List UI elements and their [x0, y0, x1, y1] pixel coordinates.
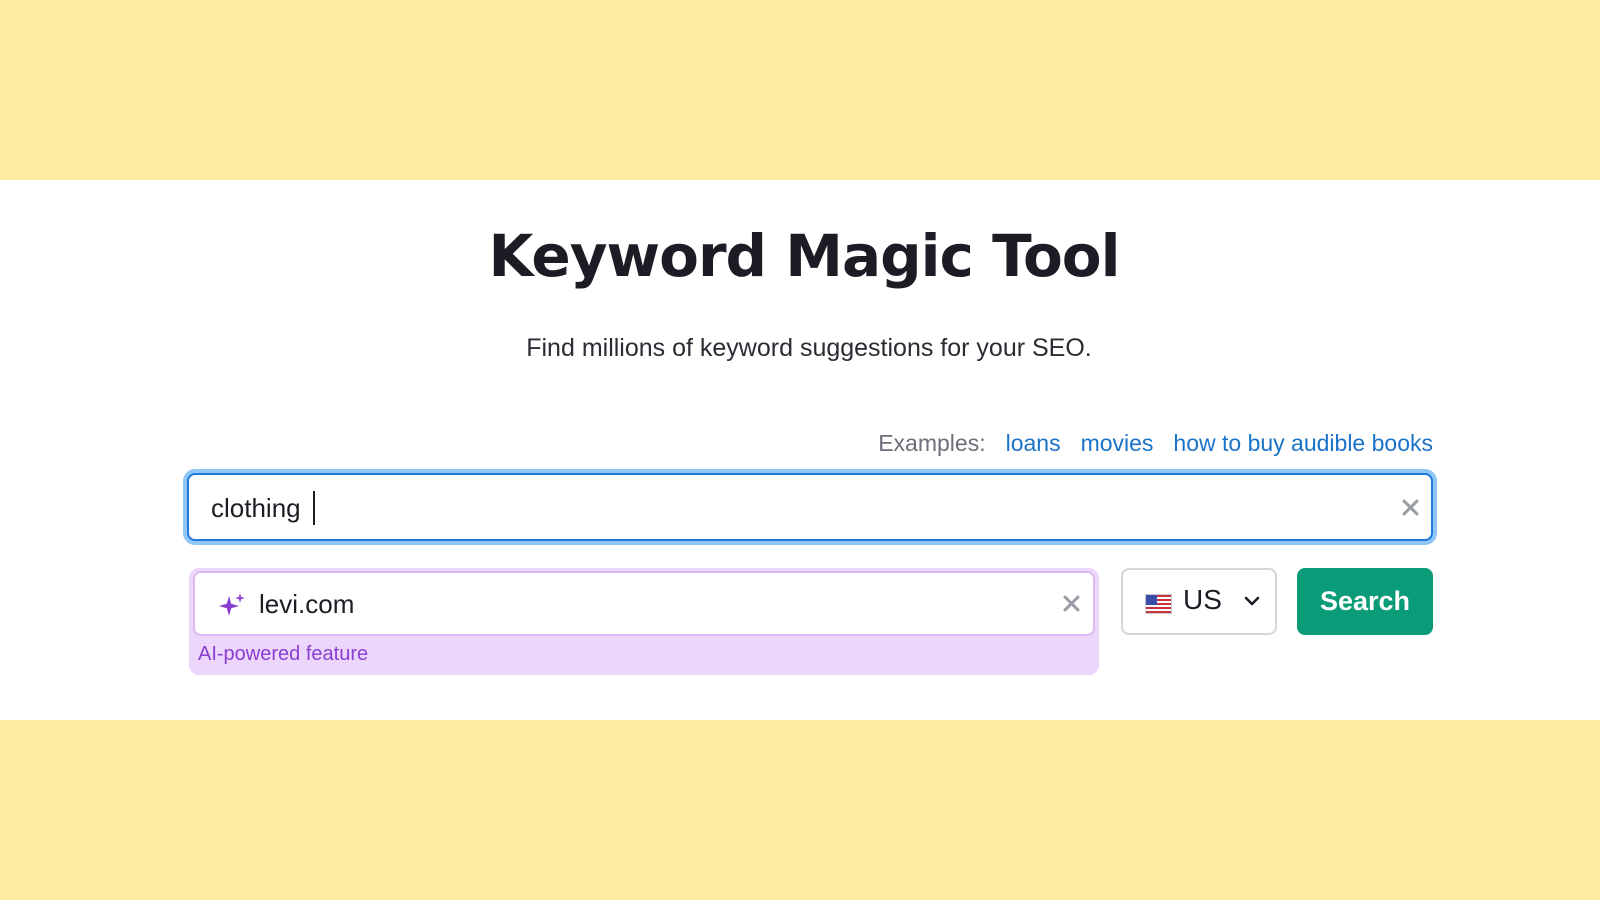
- us-flag-icon: [1145, 594, 1172, 614]
- country-code: US: [1183, 584, 1222, 615]
- country-selector[interactable]: US: [1121, 568, 1277, 635]
- page-subtitle: Find millions of keyword suggestions for…: [526, 334, 1092, 362]
- search-button[interactable]: Search: [1297, 568, 1433, 635]
- ai-domain-input-box: [193, 571, 1095, 636]
- example-link-audible-books[interactable]: how to buy audible books: [1173, 430, 1433, 457]
- examples-row: Examples: loans movies how to buy audibl…: [878, 430, 1433, 457]
- ai-feature-caption: AI-powered feature: [198, 643, 369, 665]
- page-title: Keyword Magic Tool: [488, 222, 1120, 290]
- ai-domain-input[interactable]: [257, 573, 1021, 636]
- top-background-band: [0, 0, 1600, 180]
- chevron-down-icon: [1244, 596, 1260, 606]
- bottom-background-band: [0, 720, 1600, 900]
- sparkle-icon: [219, 593, 245, 616]
- keyword-input-container: [187, 473, 1433, 541]
- example-link-loans[interactable]: loans: [1006, 430, 1061, 457]
- clear-keyword-icon[interactable]: [1400, 497, 1420, 517]
- examples-label: Examples:: [878, 430, 986, 456]
- ai-domain-container: AI-powered feature: [189, 568, 1099, 675]
- keyword-input[interactable]: [209, 475, 1353, 541]
- example-link-movies[interactable]: movies: [1081, 430, 1154, 457]
- clear-domain-icon[interactable]: [1061, 593, 1081, 613]
- text-cursor: [313, 491, 315, 525]
